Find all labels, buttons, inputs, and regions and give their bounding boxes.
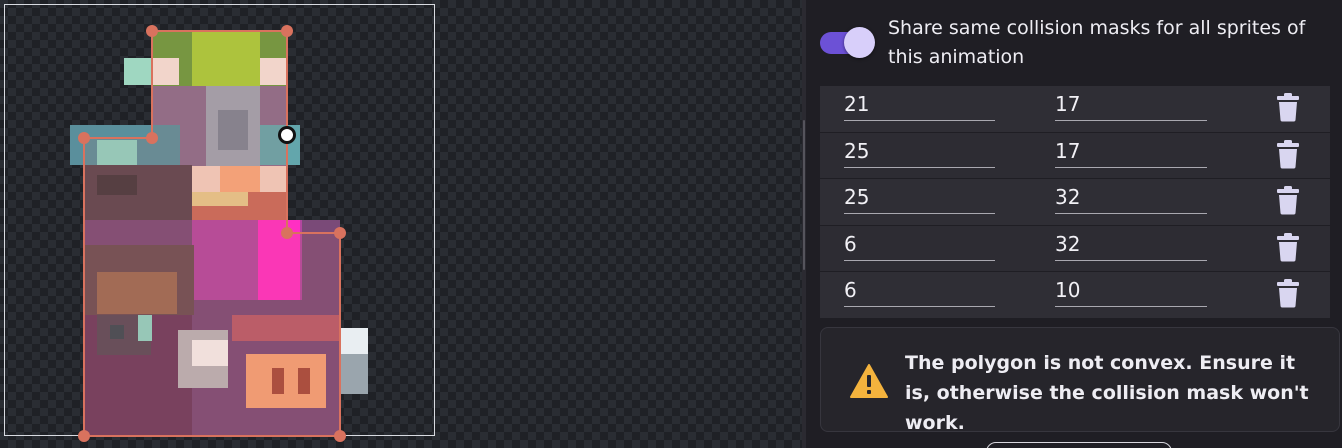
mask-vertex-handle[interactable]: [281, 227, 293, 239]
warning-triangle-icon: [850, 364, 888, 398]
non-convex-warning: The polygon is not convex. Ensure it is,…: [820, 327, 1340, 434]
mask-vertex-handle[interactable]: [78, 430, 90, 442]
mask-vertex-handle[interactable]: [146, 25, 158, 37]
vertex-y-input[interactable]: 32: [1055, 230, 1207, 261]
collision-mask-panel: Share same collision masks for all sprit…: [806, 0, 1342, 448]
vertex-y-input[interactable]: 17: [1055, 90, 1207, 121]
vertex-x-input[interactable]: 6: [844, 230, 995, 261]
mask-vertex-handle[interactable]: [146, 132, 158, 144]
vertex-x-input[interactable]: 6: [844, 276, 995, 307]
vertex-row: 6 10: [820, 272, 1330, 319]
vertex-table: 21 17 25 17 25 32 6 32 6 10: [820, 86, 1330, 319]
vertex-y-input[interactable]: 32: [1055, 183, 1207, 214]
share-masks-label: Share same collision masks for all sprit…: [888, 17, 1306, 68]
mask-vertex-handle[interactable]: [281, 25, 293, 37]
delete-vertex-icon[interactable]: [1276, 278, 1300, 308]
add-vertex-button[interactable]: [986, 442, 1172, 448]
vertex-x-input[interactable]: 25: [844, 137, 995, 168]
warning-message: The polygon is not convex. Ensure it is,…: [905, 352, 1309, 434]
mask-vertex-handle[interactable]: [334, 227, 346, 239]
vertex-x-input[interactable]: 21: [844, 90, 995, 121]
vertex-y-input[interactable]: 10: [1055, 276, 1207, 307]
mask-vertex-handle[interactable]: [78, 132, 90, 144]
delete-vertex-icon[interactable]: [1276, 139, 1300, 169]
toggle-thumb: [844, 27, 875, 58]
vertex-row: 21 17: [820, 86, 1330, 133]
origin-point-handle[interactable]: [278, 126, 296, 144]
mask-vertex-handle[interactable]: [334, 430, 346, 442]
share-masks-row: Share same collision masks for all sprit…: [806, 0, 1342, 86]
delete-vertex-icon[interactable]: [1276, 92, 1300, 122]
vertex-row: 25 32: [820, 179, 1330, 226]
sprite-canvas[interactable]: [0, 0, 802, 448]
vertex-row: 6 32: [820, 225, 1330, 272]
vertex-y-input[interactable]: 17: [1055, 137, 1207, 168]
share-masks-toggle[interactable]: [818, 27, 876, 58]
collision-mask-polygon[interactable]: [0, 0, 440, 448]
delete-vertex-icon[interactable]: [1276, 232, 1300, 262]
delete-vertex-icon[interactable]: [1276, 185, 1300, 215]
vertex-x-input[interactable]: 25: [844, 183, 995, 214]
vertex-row: 25 17: [820, 132, 1330, 179]
scrollbar-thumb[interactable]: [803, 120, 805, 270]
